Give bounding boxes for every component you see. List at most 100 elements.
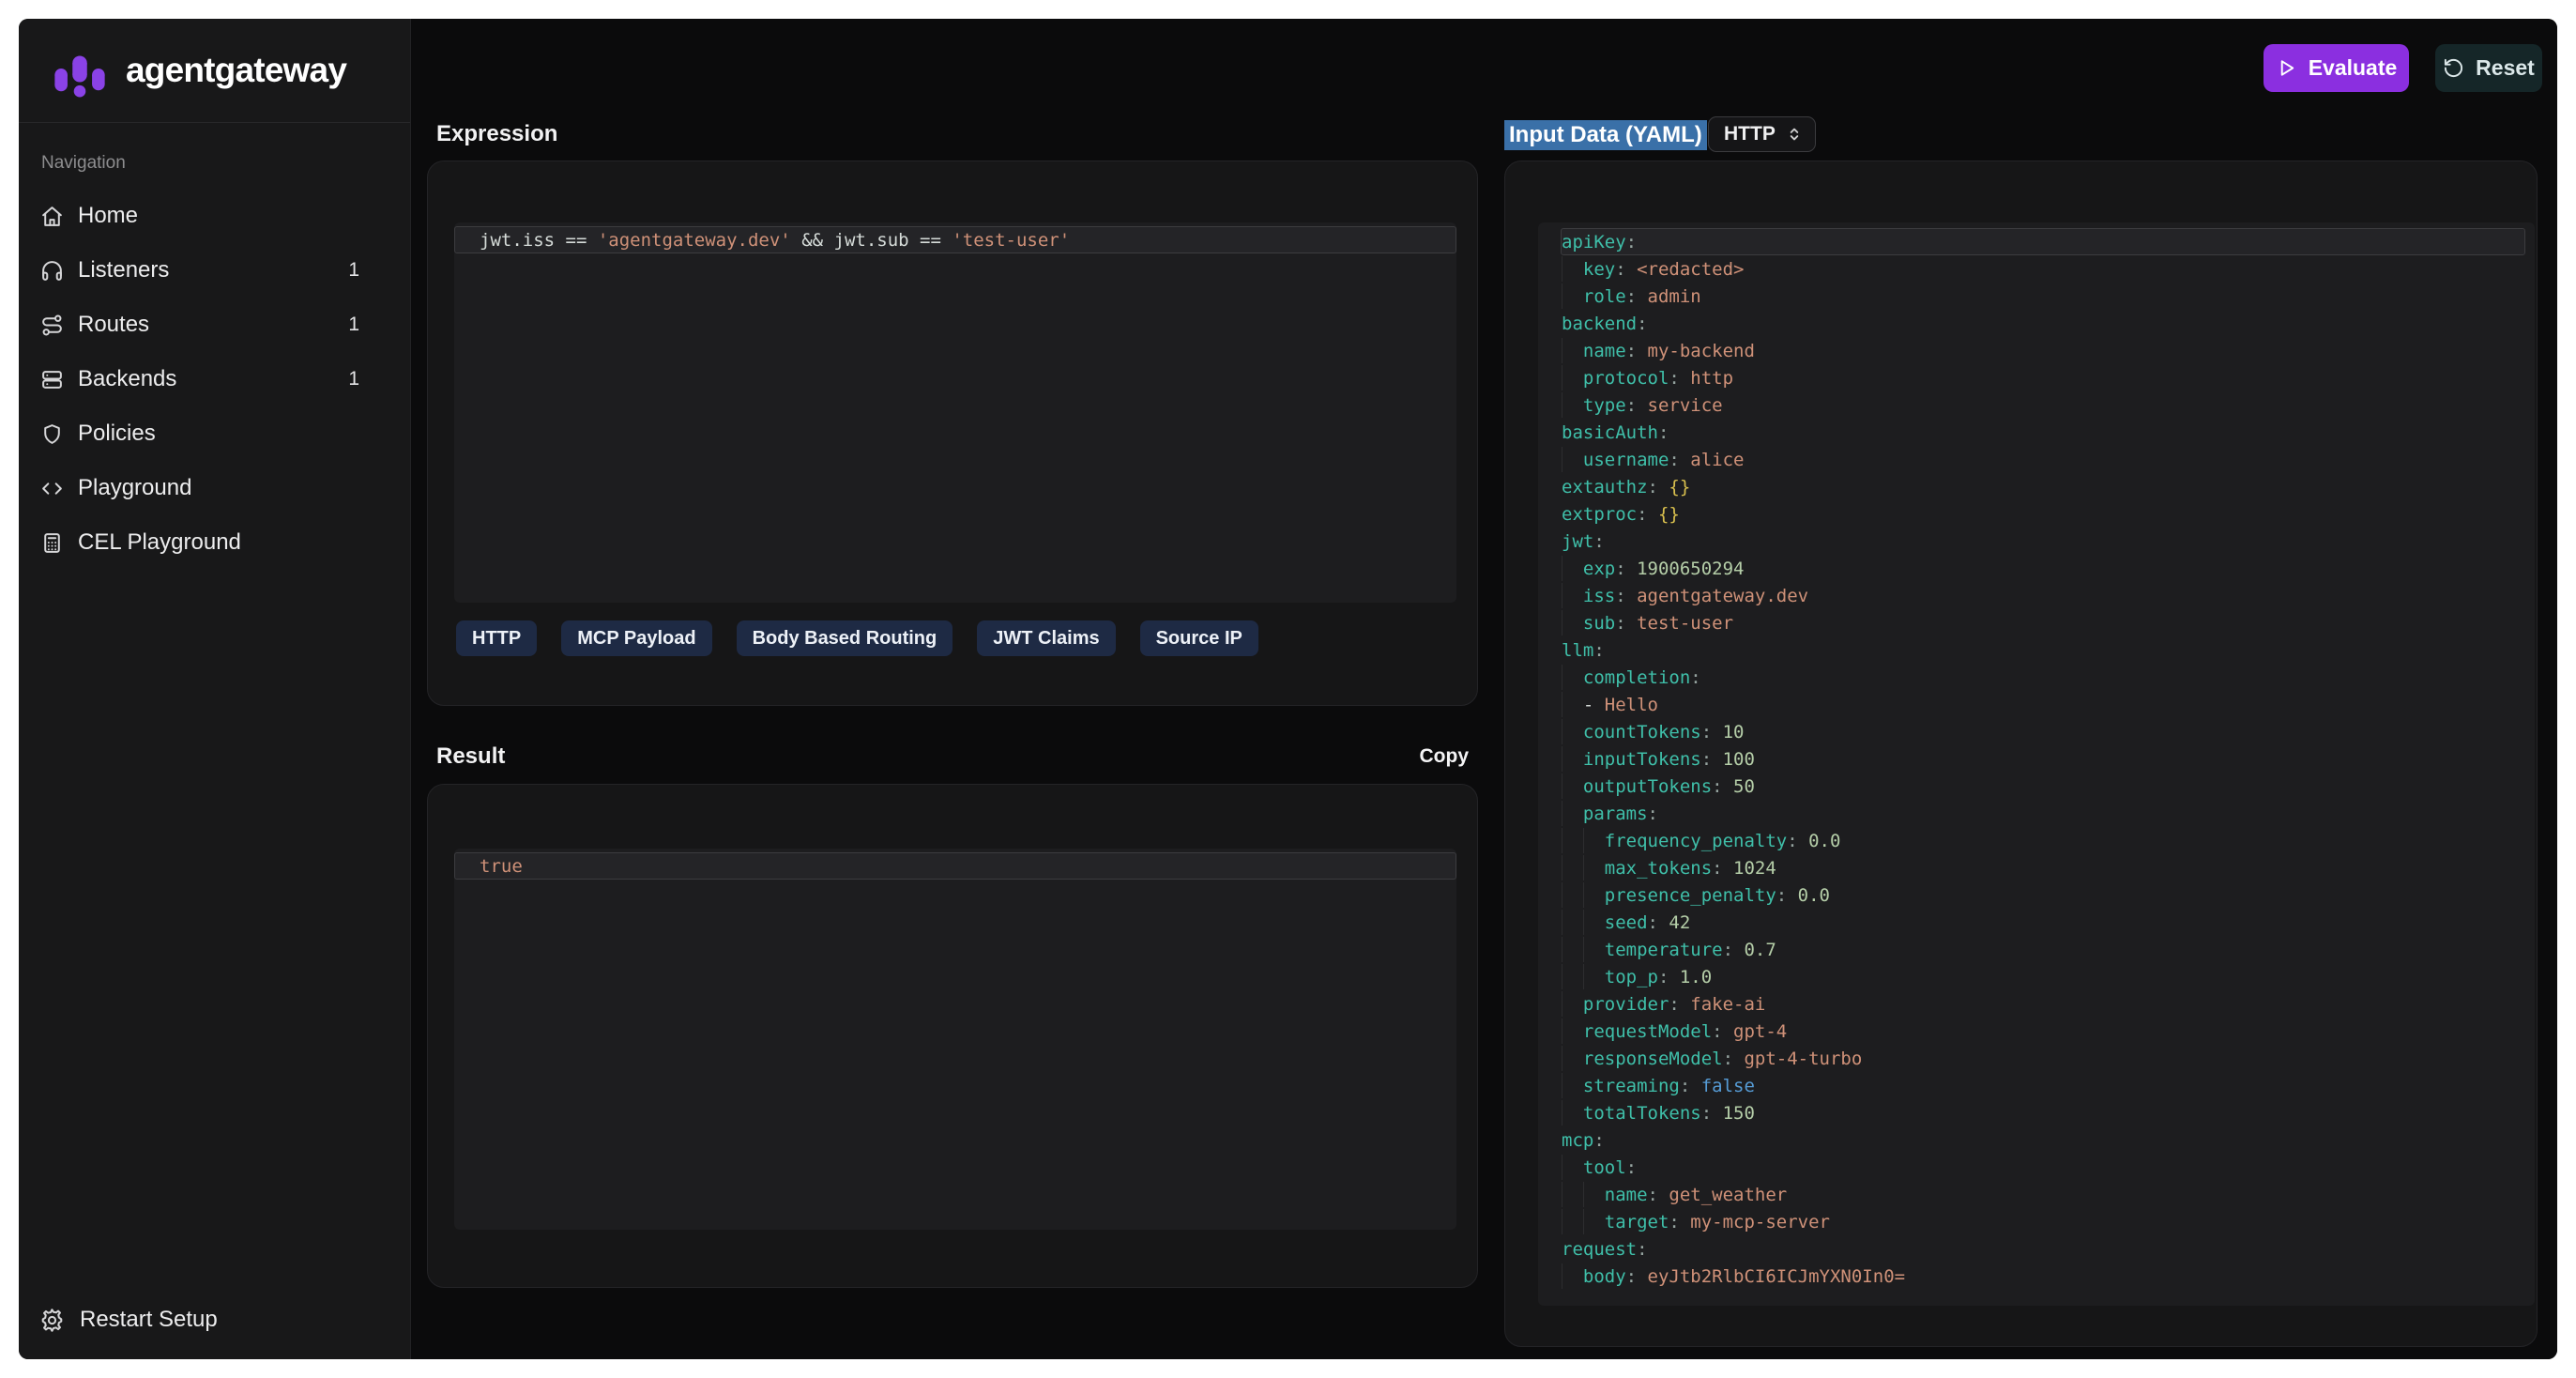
code-line: presence_penalty: 0.0 xyxy=(1561,881,2525,909)
sidebar-item-count-badge: 1 xyxy=(348,259,359,282)
code-line: request: xyxy=(1561,1235,2525,1263)
code-line: - Hello xyxy=(1561,691,2525,718)
indent-guide xyxy=(1562,1046,1583,1071)
copy-button[interactable]: Copy xyxy=(1420,745,1470,768)
sidebar-item-label: Listeners xyxy=(78,257,169,283)
indent-guide xyxy=(1562,773,1583,799)
indent-guide xyxy=(1562,556,1583,581)
indent-guide xyxy=(1562,801,1583,826)
sidebar-item-listeners[interactable]: Listeners 1 xyxy=(36,247,393,294)
restart-setup-label: Restart Setup xyxy=(80,1307,218,1333)
sidebar-item-backends[interactable]: Backends 1 xyxy=(36,356,393,403)
sidebar-item-label: Backends xyxy=(78,366,176,392)
indent-guide xyxy=(1562,1073,1583,1098)
sidebar-item-count-badge: 1 xyxy=(348,314,359,336)
brand-name: agentgateway xyxy=(126,51,346,90)
indent-guide xyxy=(1562,692,1583,717)
code-line: seed: 42 xyxy=(1561,909,2525,936)
indent-guide xyxy=(1562,392,1583,418)
indent-guide xyxy=(1562,1018,1583,1044)
indent-guide xyxy=(1583,828,1605,853)
indent-guide xyxy=(1562,1209,1583,1234)
sample-chip-http[interactable]: HTTP xyxy=(456,620,537,656)
code-line: key: <redacted> xyxy=(1561,255,2525,283)
indent-guide xyxy=(1562,283,1583,309)
code-line: extproc: {} xyxy=(1561,500,2525,528)
code-line: top_p: 1.0 xyxy=(1561,963,2525,990)
result-header: Result Copy xyxy=(436,743,1469,770)
sidebar-header: agentgateway xyxy=(19,19,410,123)
code-line: llm: xyxy=(1561,636,2525,664)
code-line: username: alice xyxy=(1561,446,2525,473)
expression-sample-chips: HTTP MCP Payload Body Based Routing JWT Cla… xyxy=(456,620,1258,656)
code-line: inputTokens: 100 xyxy=(1561,745,2525,773)
input-mode-select[interactable]: HTTP xyxy=(1708,116,1816,152)
sidebar-nav: Navigation HomeListeners1Routes1Backends… xyxy=(19,123,410,574)
code-line: provider: fake-ai xyxy=(1561,990,2525,1018)
indent-guide xyxy=(1562,256,1583,282)
code-line: params: xyxy=(1561,800,2525,827)
code-line: protocol: http xyxy=(1561,364,2525,391)
indent-guide xyxy=(1562,828,1583,853)
indent-guide xyxy=(1583,910,1605,935)
code-line: body: eyJtb2RlbCI6ICJmYXN0In0= xyxy=(1561,1263,2525,1290)
indent-guide xyxy=(1562,855,1583,880)
indent-guide xyxy=(1562,365,1583,390)
yaml-editor[interactable]: apiKey:key: <redacted>role: adminbackend… xyxy=(1538,222,2535,1306)
code-line: temperature: 0.7 xyxy=(1561,936,2525,963)
code-line: name: get_weather xyxy=(1561,1181,2525,1208)
sample-chip-body-based-routing[interactable]: Body Based Routing xyxy=(737,620,953,656)
result-card: true xyxy=(427,784,1478,1288)
headphones-icon xyxy=(39,258,65,283)
indent-guide xyxy=(1583,855,1605,880)
code-icon xyxy=(39,476,65,501)
sidebar: agentgateway Navigation HomeListeners1Ro… xyxy=(19,19,411,1359)
indent-guide xyxy=(1562,1100,1583,1125)
restart-setup-button[interactable]: Restart Setup xyxy=(19,1282,410,1359)
main-content: Evaluate Reset Expression jwt.iss == 'ag… xyxy=(411,19,2557,1359)
home-icon xyxy=(39,204,65,229)
expression-title: Expression xyxy=(436,120,557,148)
indent-guide xyxy=(1583,882,1605,908)
input-data-title: Input Data (YAML) xyxy=(1504,120,1707,150)
sidebar-item-routes[interactable]: Routes1 xyxy=(36,301,393,348)
sample-chip-jwt-claims[interactable]: JWT Claims xyxy=(977,620,1115,656)
code-line: type: service xyxy=(1561,391,2525,419)
code-line: mcp: xyxy=(1561,1126,2525,1154)
expression-editor[interactable]: jwt.iss == 'agentgateway.dev' && jwt.sub… xyxy=(454,222,1456,603)
play-icon xyxy=(2276,57,2297,79)
indent-guide xyxy=(1562,665,1583,690)
code-line: max_tokens: 1024 xyxy=(1561,854,2525,881)
sidebar-item-count-badge: 1 xyxy=(348,368,359,390)
server-icon xyxy=(39,367,65,392)
indent-guide xyxy=(1562,991,1583,1017)
sample-chip-source-ip[interactable]: Source IP xyxy=(1140,620,1258,656)
sidebar-item-home[interactable]: Home xyxy=(36,192,393,239)
code-line: target: my-mcp-server xyxy=(1561,1208,2525,1235)
indent-guide xyxy=(1562,746,1583,772)
expression-card: jwt.iss == 'agentgateway.dev' && jwt.sub… xyxy=(427,161,1478,706)
indent-guide xyxy=(1562,583,1583,608)
indent-guide xyxy=(1562,1263,1583,1289)
reset-button[interactable]: Reset xyxy=(2435,44,2542,92)
indent-guide xyxy=(1562,447,1583,472)
result-title: Result xyxy=(436,743,505,770)
code-line: responseModel: gpt-4-turbo xyxy=(1561,1045,2525,1072)
sidebar-item-policies[interactable]: Policies xyxy=(36,410,393,457)
nav-section-label: Navigation xyxy=(41,153,393,174)
evaluate-button[interactable]: Evaluate xyxy=(2264,44,2409,92)
indent-guide xyxy=(1583,1182,1605,1207)
result-viewer[interactable]: true xyxy=(454,849,1456,1230)
active-code-line: true xyxy=(454,852,1456,880)
code-line: basicAuth: xyxy=(1561,419,2525,446)
sidebar-item-cel-playground[interactable]: CEL Playground xyxy=(36,519,393,566)
indent-guide xyxy=(1562,610,1583,635)
indent-guide xyxy=(1583,1209,1605,1234)
sample-chip-mcp-payload[interactable]: MCP Payload xyxy=(561,620,711,656)
indent-guide xyxy=(1583,937,1605,962)
code-line: name: my-backend xyxy=(1561,337,2525,364)
code-line: tool: xyxy=(1561,1154,2525,1181)
code-line: frequency_penalty: 0.0 xyxy=(1561,827,2525,854)
sidebar-item-playground[interactable]: Playground xyxy=(36,465,393,512)
code-line: requestModel: gpt-4 xyxy=(1561,1018,2525,1045)
